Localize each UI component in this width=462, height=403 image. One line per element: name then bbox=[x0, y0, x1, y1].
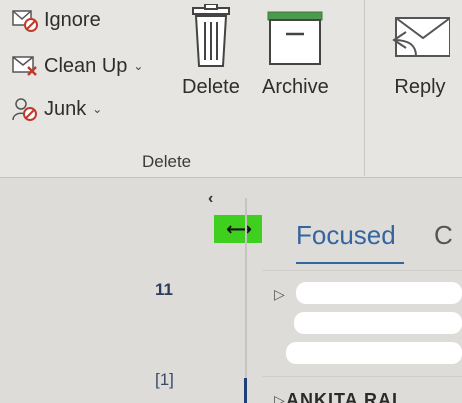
cleanup-button[interactable]: Clean Up ⌄ bbox=[10, 52, 143, 80]
junk-chevron-down-icon[interactable]: ⌄ bbox=[92, 102, 102, 116]
unread-indicator bbox=[244, 378, 247, 403]
redacted-preview bbox=[286, 342, 462, 364]
archive-label: Archive bbox=[262, 76, 329, 98]
tab-focused-underline bbox=[296, 262, 404, 264]
trash-icon bbox=[191, 4, 230, 67]
pane-resize-handle[interactable]: ⟷ bbox=[214, 215, 262, 243]
expand-thread-icon[interactable]: ▷ bbox=[274, 286, 285, 303]
pane-divider[interactable] bbox=[245, 198, 247, 403]
mail-list: Focused C ▷ ▷ ANKITA RAI bbox=[262, 178, 462, 403]
archive-button[interactable]: Archive bbox=[262, 2, 329, 99]
folder-unread-count: 11 bbox=[155, 280, 173, 299]
ribbon: Ignore Clean Up ⌄ Junk ⌄ Delete Archive … bbox=[0, 0, 462, 178]
redacted-sender bbox=[296, 282, 462, 304]
mail-list-separator bbox=[262, 270, 462, 271]
folder-draft-count: [1] bbox=[155, 370, 174, 389]
delete-button[interactable]: Delete bbox=[182, 2, 240, 99]
main-area: ‹ ⟷ 11 [1] Focused C ▷ ▷ ANKITA RAI bbox=[0, 178, 462, 403]
mail-item-separator bbox=[262, 376, 462, 377]
ignore-button[interactable]: Ignore bbox=[10, 6, 101, 34]
tab-other[interactable]: C bbox=[434, 220, 453, 251]
redacted-subject bbox=[294, 312, 462, 334]
junk-icon bbox=[12, 98, 37, 121]
cleanup-chevron-down-icon[interactable]: ⌄ bbox=[133, 59, 143, 73]
delete-label: Delete bbox=[182, 76, 240, 98]
ignore-icon bbox=[12, 10, 38, 32]
reply-button[interactable]: Reply bbox=[390, 2, 450, 99]
reply-icon bbox=[392, 17, 450, 57]
reply-label: Reply bbox=[394, 76, 446, 98]
ignore-label: Ignore bbox=[44, 8, 101, 31]
tab-focused[interactable]: Focused bbox=[296, 220, 396, 251]
delete-group-label: Delete bbox=[142, 152, 192, 171]
cleanup-icon bbox=[12, 56, 37, 76]
folder-pane: ‹ ⟷ 11 [1] bbox=[0, 178, 262, 403]
ribbon-separator bbox=[364, 0, 365, 176]
mail-sender[interactable]: ANKITA RAI bbox=[286, 390, 398, 403]
junk-button[interactable]: Junk ⌄ bbox=[10, 95, 102, 123]
expand-thread-icon-2[interactable]: ▷ bbox=[274, 392, 285, 403]
junk-label: Junk bbox=[44, 97, 87, 120]
collapse-pane-icon[interactable]: ‹ bbox=[208, 190, 213, 208]
cleanup-label: Clean Up bbox=[44, 54, 128, 77]
archive-icon bbox=[267, 11, 323, 65]
